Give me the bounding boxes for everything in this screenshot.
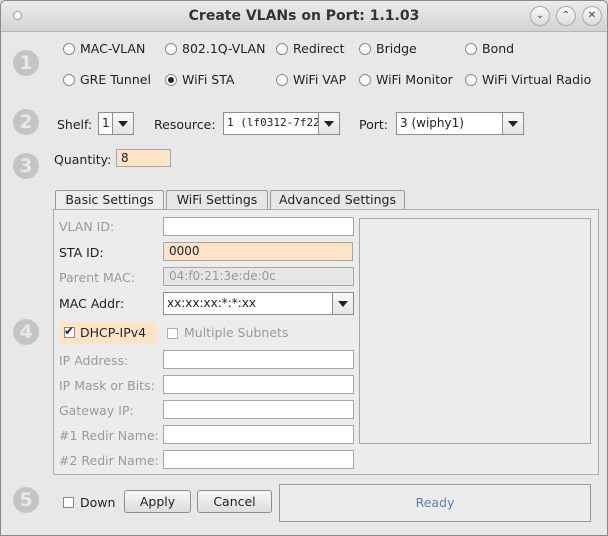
resource-select[interactable]: 1 (lf0312-7f22) [223, 112, 340, 135]
shelf-value: 1 [102, 116, 110, 130]
step-2-badge: 2 [13, 109, 39, 135]
radio-gre-tunnel[interactable]: GRE Tunnel [63, 72, 151, 87]
radio-mac-vlan[interactable]: MAC-VLAN [63, 41, 145, 56]
tab-basic-settings[interactable]: Basic Settings [55, 190, 164, 211]
ip-address-input[interactable] [163, 350, 354, 369]
cancel-button[interactable]: Cancel [197, 490, 272, 513]
down-checkbox[interactable]: Down [63, 494, 123, 512]
redir1-name-label: #1 Redir Name: [59, 428, 159, 443]
step-4-badge: 4 [13, 319, 39, 345]
checkbox-icon [63, 497, 74, 508]
radio-button-icon [276, 73, 288, 86]
mac-addr-value: xx:xx:xx:*:*:xx [167, 296, 257, 310]
apply-button[interactable]: Apply [124, 490, 191, 513]
ip-mask-label: IP Mask or Bits: [59, 378, 155, 393]
radio-button-icon [276, 42, 288, 55]
ip-mask-input[interactable] [163, 375, 354, 394]
chevron-down-icon[interactable] [332, 293, 353, 314]
port-value: 3 (wiphy1) [400, 116, 464, 130]
chevron-down-icon[interactable] [318, 113, 339, 134]
window-title: Create VLANs on Port: 1.1.03 [188, 8, 420, 24]
redir2-name-label: #2 Redir Name: [59, 453, 159, 468]
multiple-subnets-label: Multiple Subnets [184, 325, 289, 340]
status-display: Ready [279, 484, 591, 522]
checkbox-icon [167, 328, 178, 339]
radio-bridge[interactable]: Bridge [359, 41, 417, 56]
sta-id-input[interactable]: 0000 [163, 242, 353, 261]
quantity-input[interactable]: 8 [116, 149, 171, 167]
radio-button-icon [465, 42, 477, 55]
tab-wifi-settings[interactable]: WiFi Settings [166, 190, 268, 210]
radio-button-icon [359, 73, 371, 86]
radio-button-icon [465, 73, 477, 86]
minimize-button[interactable]: ⌄ [530, 6, 550, 26]
parent-mac-label: Parent MAC: [59, 270, 136, 285]
down-label: Down [80, 495, 116, 510]
redir1-name-input[interactable] [163, 425, 354, 444]
tab-advanced-settings[interactable]: Advanced Settings [270, 190, 405, 210]
multiple-subnets-checkbox[interactable]: Multiple Subnets [166, 325, 326, 343]
quantity-label: Quantity: [54, 152, 112, 167]
shelf-label: Shelf: [57, 117, 93, 132]
radio-button-icon [359, 42, 371, 55]
dhcp-label: DHCP-IPv4 [80, 325, 147, 340]
vlan-id-label: VLAN ID: [59, 219, 115, 234]
close-button[interactable]: ✕ [582, 6, 602, 26]
radio-8021q-vlan[interactable]: 802.1Q-VLAN [165, 41, 265, 56]
chevron-down-icon[interactable] [502, 113, 523, 134]
step-3-badge: 3 [13, 153, 39, 179]
mac-addr-select[interactable]: xx:xx:xx:*:*:xx [163, 292, 354, 315]
shelf-select[interactable]: 1 [98, 112, 134, 135]
dialog-content: 1 2 3 4 5 MAC-VLAN 802.1Q-VLAN Redirect … [1, 32, 607, 535]
step-5-badge: 5 [13, 487, 39, 513]
radio-button-icon [63, 73, 75, 86]
resource-value: 1 (lf0312-7f22) [227, 116, 327, 129]
ip-address-label: IP Address: [59, 353, 129, 368]
radio-wifi-monitor[interactable]: WiFi Monitor [359, 72, 453, 87]
radio-redirect[interactable]: Redirect [276, 41, 345, 56]
radio-button-selected-icon [165, 73, 177, 86]
radio-button-icon [63, 42, 75, 55]
radio-bond[interactable]: Bond [465, 41, 514, 56]
step-1-badge: 1 [13, 50, 39, 76]
radio-wifi-vap[interactable]: WiFi VAP [276, 72, 346, 87]
dhcp-checkbox[interactable]: ✔ DHCP-IPv4 [59, 322, 157, 344]
maximize-button[interactable]: ⌃ [556, 6, 576, 26]
info-side-panel [359, 218, 591, 444]
create-vlans-dialog: Create VLANs on Port: 1.1.03 ⌄ ⌃ ✕ 1 2 3… [0, 0, 608, 536]
mac-addr-label: MAC Addr: [59, 296, 125, 311]
port-select[interactable]: 3 (wiphy1) [396, 112, 524, 135]
radio-button-icon [165, 42, 177, 55]
check-mark-icon: ✔ [64, 324, 75, 338]
radio-wifi-virtual-radio[interactable]: WiFi Virtual Radio [465, 72, 591, 87]
gateway-ip-label: Gateway IP: [59, 403, 134, 418]
redir2-name-input[interactable] [163, 450, 354, 469]
gateway-ip-input[interactable] [163, 400, 354, 419]
vlan-id-input[interactable] [163, 217, 354, 236]
sta-id-label: STA ID: [59, 245, 104, 260]
port-label: Port: [359, 117, 388, 132]
resource-label: Resource: [154, 117, 216, 132]
parent-mac-input: 04:f0:21:3e:de:0c [163, 267, 354, 286]
radio-wifi-sta[interactable]: WiFi STA [165, 72, 234, 87]
chevron-down-icon[interactable] [112, 113, 133, 134]
title-bar: Create VLANs on Port: 1.1.03 ⌄ ⌃ ✕ [1, 1, 607, 32]
